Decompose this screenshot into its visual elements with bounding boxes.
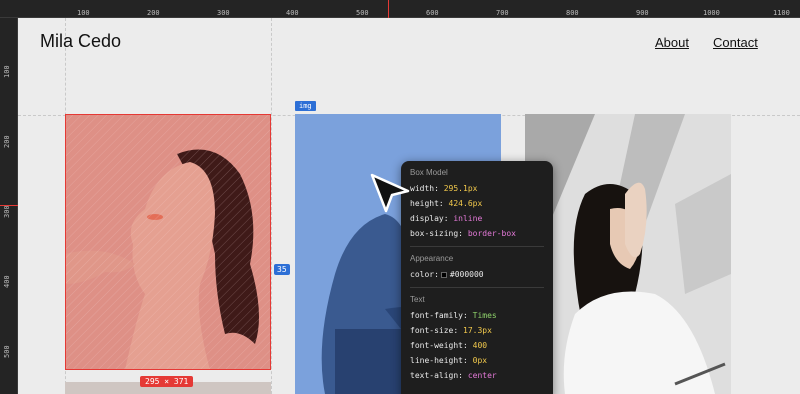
property-name: width: [410, 184, 439, 193]
ruler-tick-label: 400 [3, 275, 11, 288]
property-name: text-align: [410, 371, 463, 380]
section-divider [410, 287, 544, 288]
property-row: color: #000000 [410, 267, 544, 282]
property-value: 0px [472, 356, 488, 365]
property-row: height: 424.6px [410, 196, 544, 211]
ruler-tick-label: 300 [217, 9, 230, 17]
appearance-heading: Appearance [410, 254, 454, 263]
property-row: text-align: center [410, 368, 544, 383]
property-row: font-size: 17.3px [410, 323, 544, 338]
gap-measure-badge: 35 [274, 264, 290, 275]
property-name: display: [410, 214, 449, 223]
site-title[interactable]: Mila Cedo [40, 31, 121, 52]
gallery-image-3[interactable] [525, 114, 731, 394]
color-swatch-icon [440, 271, 447, 278]
ruler-position-marker [0, 205, 18, 206]
element-size-badge: 295 × 371 [140, 376, 194, 387]
property-name: line-height: [410, 356, 468, 365]
ruler-tick-label: 400 [286, 9, 299, 17]
woman-white-shirt-image [525, 114, 731, 394]
left-ruler: 100 200 300 400 500 [0, 18, 18, 394]
property-value: 295.1px [443, 184, 478, 193]
ruler-tick-label: 700 [496, 9, 509, 17]
ruler-tick-label: 600 [426, 9, 439, 17]
arrow-cursor-icon [370, 173, 412, 220]
property-row: display: inline [410, 211, 544, 226]
property-name: height: [410, 199, 444, 208]
property-row: font-weight: 400 [410, 338, 544, 353]
ruler-tick-label: 1000 [703, 9, 720, 17]
box-model-heading: Box Model [410, 168, 448, 177]
ruler-position-marker [388, 0, 389, 18]
ruler-tick-label: 100 [77, 9, 90, 17]
property-row: font-family: Times [410, 308, 544, 323]
property-name: font-weight: [410, 341, 468, 350]
property-row: line-height: 0px [410, 353, 544, 368]
ruler-tick-label: 200 [3, 135, 11, 148]
top-ruler: 100 200 300 400 500 600 700 800 900 1000… [0, 0, 800, 18]
property-name: box-sizing: [410, 229, 463, 238]
property-value: 17.3px [463, 326, 492, 335]
gallery-image-1[interactable] [65, 114, 271, 370]
inspector-popup: Box Model width: 295.1px height: 424.6px… [401, 161, 553, 394]
page-viewport: Mila Cedo About Contact img 35 295 × 371… [18, 18, 800, 394]
ruler-tick-label: 500 [3, 345, 11, 358]
nav-link-about[interactable]: About [655, 35, 689, 50]
property-name: color: [410, 270, 439, 279]
property-value: Times [472, 311, 497, 320]
portrait-woman-pink-image [65, 114, 271, 370]
element-tag-badge: img [295, 101, 316, 111]
ruler-tick-label: 100 [3, 65, 11, 78]
property-value: center [467, 371, 497, 380]
guide-line [271, 18, 272, 394]
ruler-tick-label: 300 [3, 205, 11, 218]
nav-link-contact[interactable]: Contact [713, 35, 758, 50]
property-value: border-box [467, 229, 516, 238]
property-name: font-size: [410, 326, 459, 335]
property-value: 400 [472, 341, 488, 350]
ruler-tick-label: 1100 [773, 9, 790, 17]
property-value: inline [453, 214, 483, 223]
property-value: 424.6px [448, 199, 483, 208]
ruler-tick-label: 900 [636, 9, 649, 17]
section-divider [410, 246, 544, 247]
property-row: box-sizing: border-box [410, 226, 544, 241]
text-heading: Text [410, 295, 425, 304]
ruler-tick-label: 800 [566, 9, 579, 17]
property-value: #000000 [449, 270, 484, 279]
ruler-tick-label: 200 [147, 9, 160, 17]
ruler-tick-label: 500 [356, 9, 369, 17]
property-name: font-family: [410, 311, 468, 320]
property-row: width: 295.1px [410, 181, 544, 196]
